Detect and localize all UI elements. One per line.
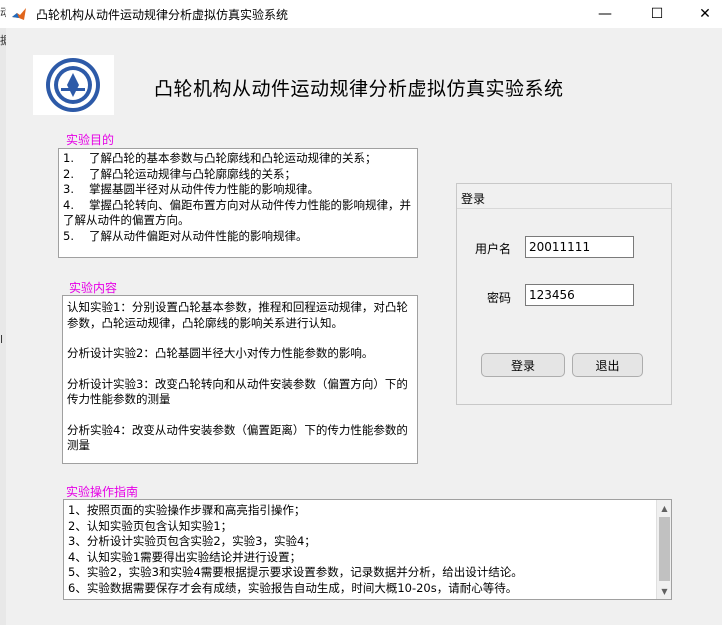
guide-textbox[interactable]: 1、按照页面的实验操作步骤和高亮指引操作； 2、认知实验页包含认知实验1； 3、…: [63, 499, 672, 600]
guide-line: 3、分析设计实验页包含实验2，实验3，实验4；: [68, 534, 316, 548]
window-titlebar: 凸轮机构从动件运动规律分析虚拟仿真实验系统 — ☐ ✕: [0, 0, 722, 28]
maximize-button[interactable]: ☐: [634, 0, 680, 28]
window-title: 凸轮机构从动件运动规律分析虚拟仿真实验系统: [36, 8, 289, 22]
university-logo: [33, 55, 114, 115]
guide-scrollbar[interactable]: ▲ ▼: [656, 500, 671, 599]
matlab-app-icon: [11, 6, 27, 22]
purpose-item: 1. 了解凸轮的基本参数与凸轮廓线和凸轮运动规律的关系；: [63, 151, 377, 165]
scroll-down-icon[interactable]: ▼: [657, 584, 672, 598]
guide-label: 实验操作指南: [66, 485, 139, 499]
edge-glyph: 据: [0, 34, 6, 47]
purpose-item: 4. 掌握凸轮转向、偏距布置方向对从动件传力性能的影响规律，并了解从动件的偏置方向…: [63, 197, 411, 228]
content-textbox[interactable]: 认知实验1：分别设置凸轮基本参数，推程和回程运动规律，对凸轮参数，凸轮运动规律，…: [62, 295, 418, 464]
purpose-label: 实验目的: [66, 133, 115, 147]
edge-glyph: 动: [0, 6, 6, 19]
guide-line: 5、实验2，实验3和实验4需要根据提示要求设置参数，记录数据并分析，给出设计结论…: [68, 565, 523, 579]
login-panel: 登录 用户名 密码 登录 退出: [456, 183, 672, 405]
purpose-item: 5. 了解从动件偏距对从动件性能的影响规律。: [63, 228, 308, 243]
login-panel-title: 登录: [461, 192, 486, 206]
background-window-edge: 动 据 l: [0, 6, 6, 625]
username-input[interactable]: [525, 236, 634, 258]
guide-line: 4、认知实验1需要得出实验结论并进行设置；: [68, 549, 302, 564]
content-paragraph: 分析设计实验3：改变凸轮转向和从动件安装参数（偏置方向）下的传力性能参数的测量: [67, 376, 408, 407]
scrollbar-thumb[interactable]: [659, 517, 670, 581]
minimize-button[interactable]: —: [582, 0, 628, 28]
scroll-up-icon[interactable]: ▲: [657, 501, 672, 515]
login-button[interactable]: 登录: [481, 353, 565, 377]
divider: [457, 208, 671, 209]
purpose-item: 3. 掌握基圆半径对从动件传力性能的影响规律。: [63, 182, 319, 196]
page-title: 凸轮机构从动件运动规律分析虚拟仿真实验系统: [154, 78, 564, 100]
content-paragraph: 分析设计实验2：凸轮基圆半径大小对传力性能参数的影响。: [67, 346, 374, 360]
username-label: 用户名: [475, 242, 512, 256]
edge-glyph: l: [0, 333, 4, 346]
content-paragraph: 分析实验4：改变从动件安装参数（偏置距离）下的传力性能参数的测量: [67, 422, 408, 453]
content-paragraph: 认知实验1：分别设置凸轮基本参数，推程和回程运动规律，对凸轮参数，凸轮运动规律，…: [67, 300, 408, 330]
content-label: 实验内容: [69, 281, 118, 295]
exit-button[interactable]: 退出: [572, 353, 643, 377]
purpose-textbox[interactable]: 1. 了解凸轮的基本参数与凸轮廓线和凸轮运动规律的关系； 2. 了解凸轮运动规律与凸…: [58, 148, 418, 258]
password-input[interactable]: [525, 284, 634, 306]
password-label: 密码: [487, 291, 512, 305]
guide-line: 1、按照页面的实验操作步骤和高亮指引操作；: [68, 503, 306, 517]
close-button[interactable]: ✕: [682, 0, 722, 28]
guide-line: 2、认知实验页包含认知实验1；: [68, 518, 233, 533]
guide-line: 6、实验数据需要保存才会有成绩，实验报告自动生成，时间大概10-20s，请耐心等…: [68, 580, 518, 595]
purpose-item: 2. 了解凸轮运动规律与凸轮廓廓线的关系；: [63, 166, 296, 181]
